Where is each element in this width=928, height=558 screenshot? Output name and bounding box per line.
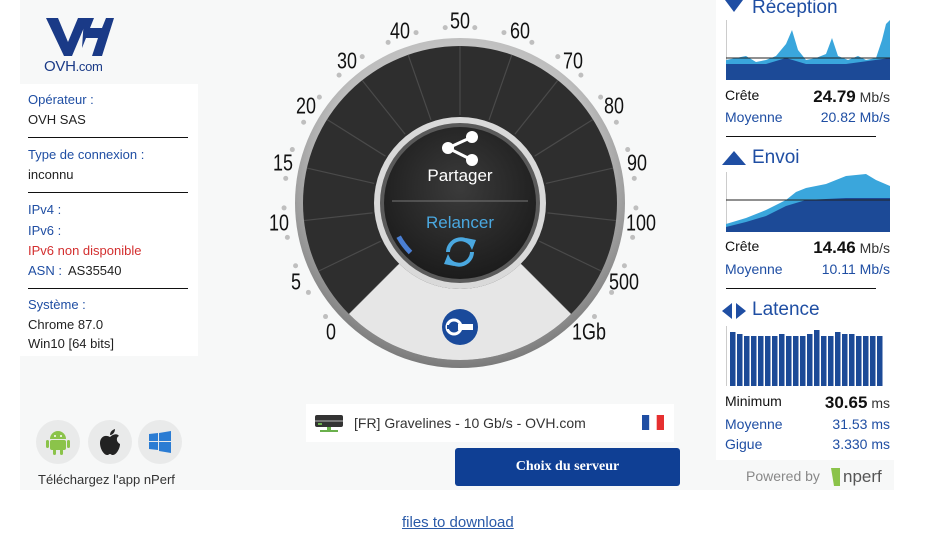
latency-jitter-label: Gigue	[725, 436, 763, 452]
reception-avg-row: Moyenne 20.82 Mb/s	[725, 109, 890, 127]
ovh-logo-text: OVH.com	[44, 58, 103, 75]
share-button[interactable]: Partager	[424, 166, 496, 186]
speed-gauge: 0 5 10 15 20 30 40 50 60 70 80 90 100 500 1Gb Partager…	[262, 0, 662, 390]
gauge-tick-80: 80	[604, 92, 625, 119]
asn-label: ASN :	[28, 263, 62, 278]
server-icon	[315, 415, 343, 432]
france-flag-icon	[642, 415, 664, 430]
powered-by-label: Powered by	[746, 468, 820, 484]
asn-value: AS35540	[68, 263, 122, 278]
os-value: Win10 [64 bits]	[28, 336, 114, 351]
server-selector[interactable]: [FR] Gravelines - 10 Gb/s - OVH.com	[306, 404, 674, 442]
gauge-tick-20: 20	[295, 92, 316, 119]
nperf-logo-text: nperf	[843, 467, 882, 486]
latency-min-row: Minimum 30.65 ms	[725, 393, 890, 412]
divider	[28, 137, 188, 138]
reception-title: Réception	[752, 0, 838, 18]
files-download-link[interactable]: files to download	[402, 514, 514, 531]
connection-label: Type de connexion :	[28, 147, 145, 162]
latency-min-unit: ms	[871, 395, 890, 411]
latency-avg-label: Moyenne	[725, 416, 783, 432]
upload-avg-value: 10.11 Mb/s	[821, 261, 890, 277]
reception-peak-row: Crête 24.79 Mb/s	[725, 87, 890, 106]
latency-avg-row: Moyenne 31.53 ms	[725, 416, 890, 434]
divider	[726, 136, 876, 137]
connection-value: inconnu	[28, 167, 74, 182]
latency-min-label: Minimum	[725, 393, 782, 409]
ipv6-label: IPv6 :	[28, 223, 62, 238]
operator-value: OVH SAS	[28, 112, 86, 127]
restart-button[interactable]: Relancer	[412, 213, 508, 233]
upload-peak-label: Crête	[725, 238, 760, 254]
upload-peak-row: Crête 14.46 Mb/s	[725, 238, 890, 257]
reception-avg-value: 20.82 Mb/s	[820, 109, 890, 125]
gauge-tick-60: 60	[510, 17, 531, 44]
reception-peak-label: Crête	[725, 87, 760, 103]
latency-graph	[725, 326, 890, 386]
gauge-tick-10: 10	[269, 209, 290, 236]
gauge-tick-30: 30	[336, 47, 357, 74]
choose-server-button[interactable]: Choix du serveur	[455, 448, 680, 486]
nperf-logo[interactable]: nperf	[828, 464, 896, 490]
reception-avg-label: Moyenne	[725, 109, 783, 125]
gauge-tick-0: 0	[326, 318, 337, 345]
reception-graph	[725, 20, 890, 80]
system-label: Système :	[28, 297, 86, 312]
gauge-tick-500: 500	[609, 268, 639, 295]
upload-avg-row: Moyenne 10.11 Mb/s	[725, 261, 890, 279]
reception-peak-value: 24.79	[813, 87, 856, 106]
gauge-tick-40: 40	[389, 17, 410, 44]
download-arrow-icon	[725, 0, 743, 12]
browser-value: Chrome 87.0	[28, 317, 104, 332]
gauge-tick-50: 50	[450, 7, 470, 34]
windows-icon[interactable]	[138, 420, 182, 464]
apple-icon[interactable]	[88, 420, 132, 464]
latency-avg-value: 31.53 ms	[832, 416, 890, 432]
gauge-tick-90: 90	[627, 149, 648, 175]
gauge-tick-15: 15	[272, 149, 293, 175]
gauge-tick-100: 100	[625, 209, 656, 236]
latency-arrows-icon	[722, 303, 746, 319]
reception-peak-unit: Mb/s	[859, 89, 890, 105]
gauge-tick-1gb: 1Gb	[571, 318, 606, 345]
latency-title: Latence	[752, 299, 820, 320]
upload-peak-unit: Mb/s	[859, 240, 890, 256]
latency-jitter-value: 3.330 ms	[832, 436, 890, 452]
divider	[28, 192, 188, 193]
ipv4-label: IPv4 :	[28, 202, 62, 217]
upload-arrow-icon	[722, 151, 746, 165]
android-icon[interactable]	[36, 420, 80, 464]
ipv6-value: IPv6 non disponible	[28, 243, 142, 258]
upload-title: Envoi	[752, 147, 800, 168]
latency-min-value: 30.65	[824, 393, 868, 412]
gauge-tick-5: 5	[291, 268, 302, 295]
upload-graph	[725, 172, 890, 232]
upload-avg-label: Moyenne	[725, 261, 783, 277]
app-download-caption: Téléchargez l'app nPerf	[38, 472, 175, 487]
upload-peak-value: 14.46	[813, 238, 856, 257]
operator-label: Opérateur :	[28, 92, 94, 107]
gauge-tick-70: 70	[563, 47, 584, 74]
provider-info-card: Opérateur : OVH SAS Type de connexion : …	[20, 84, 198, 356]
latency-jitter-row: Gigue 3.330 ms	[725, 436, 890, 454]
results-panel: Réception Crête 24.79 Mb/s Moyenne 20.82…	[716, 0, 894, 460]
divider	[726, 288, 876, 289]
settings-button[interactable]	[442, 309, 478, 345]
server-name: [FR] Gravelines - 10 Gb/s - OVH.com	[354, 415, 586, 431]
divider	[28, 288, 188, 289]
